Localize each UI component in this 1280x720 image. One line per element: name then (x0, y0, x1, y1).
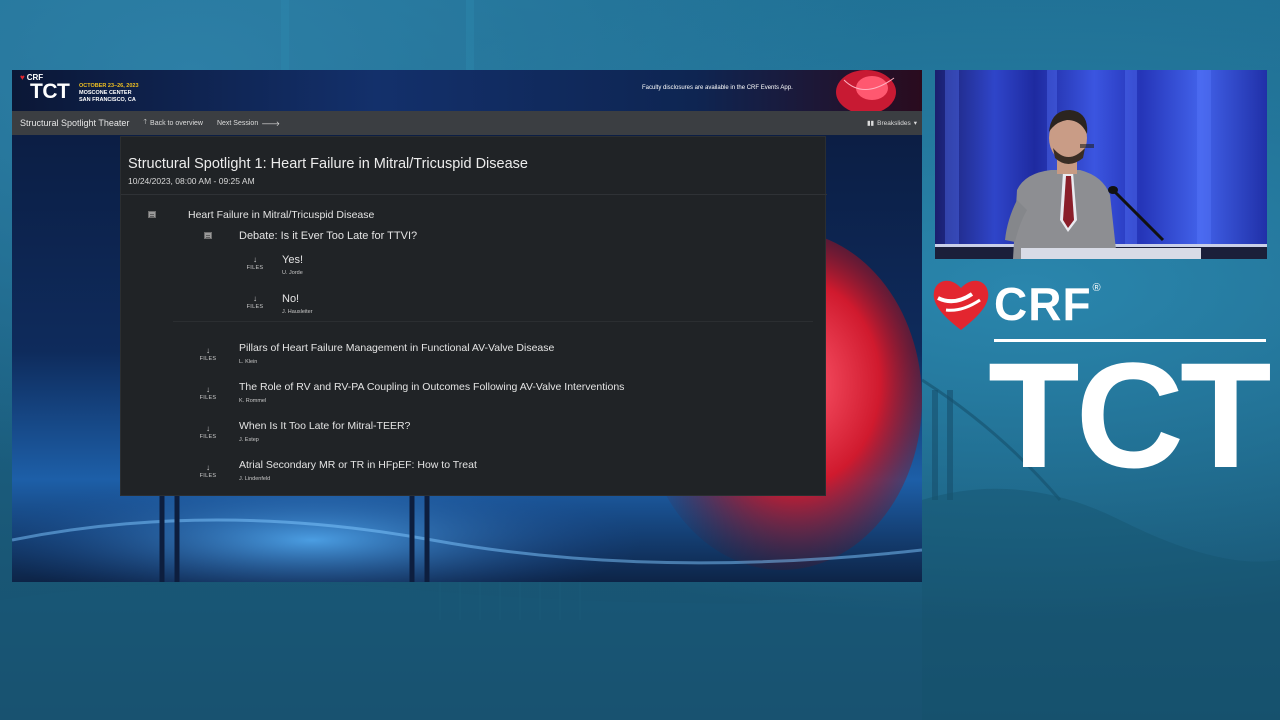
files-label: FILES (246, 304, 264, 310)
talk-author: K. Rommel (239, 398, 267, 404)
download-arrow-icon: ↓ (253, 294, 257, 303)
columns-icon: ▮▮ (866, 120, 875, 127)
session-panel: Structural Spotlight 1: Heart Failure in… (120, 136, 827, 496)
group-toggle-icon[interactable] (148, 211, 156, 218)
event-banner: ♥ CRF TCT OCTOBER 23–26, 2023 MOSCONE CEN… (12, 70, 922, 111)
next-session-label: Next Session (216, 119, 259, 127)
talk-author: U. Jorde (282, 270, 303, 276)
registered-mark: ® (1092, 282, 1101, 294)
banner-logo: ♥ CRF TCT (20, 73, 70, 103)
crf-logo: CRF ® (932, 276, 1101, 332)
arrow-up-icon: 🡑 (143, 118, 148, 126)
download-arrow-icon: ↓ (206, 424, 210, 433)
talk-title[interactable]: Atrial Secondary MR or TR in HFpEF: How … (239, 459, 477, 471)
back-to-overview-label: Back to overview (150, 119, 203, 127)
speaker-illustration (935, 70, 1267, 259)
speaker-video-feed (935, 70, 1267, 259)
caret-down-icon: ▾ (913, 120, 917, 127)
talk-author: J. Estep (239, 437, 259, 443)
next-session-link[interactable]: Next Session 🡒 (217, 119, 280, 128)
talk-title[interactable]: When Is It Too Late for Mitral-TEER? (239, 420, 410, 432)
files-download-button[interactable]: ↓ FILES (243, 294, 267, 311)
files-download-button[interactable]: ↓ FILES (196, 463, 220, 480)
divider (121, 194, 827, 195)
event-venue: MOSCONE CENTER (79, 90, 132, 96)
arrow-right-icon: 🡒 (261, 120, 280, 128)
heart-icon (933, 280, 989, 330)
session-viewer-window: ♥ CRF TCT OCTOBER 23–26, 2023 MOSCONE CEN… (12, 70, 922, 582)
files-label: FILES (199, 434, 217, 440)
divider (173, 321, 813, 322)
talk-title[interactable]: Yes! (282, 254, 303, 266)
breakslides-dropdown[interactable]: ▮▮ Breakslides ▾ (866, 119, 917, 128)
back-to-overview-link[interactable]: 🡑 Back to overview (143, 118, 203, 129)
heart-icon: ♥ (20, 73, 25, 82)
download-arrow-icon: ↓ (206, 463, 210, 472)
files-download-button[interactable]: ↓ FILES (243, 255, 267, 272)
debate-title: Debate: Is it Ever Too Late for TTVI? (239, 230, 418, 242)
heart-illustration (836, 70, 896, 111)
session-title: Structural Spotlight 1: Heart Failure in… (128, 156, 528, 172)
banner-tct-text: TCT (30, 80, 70, 103)
files-download-button[interactable]: ↓ FILES (196, 346, 220, 363)
download-arrow-icon: ↓ (206, 385, 210, 394)
talk-title[interactable]: The Role of RV and RV-PA Coupling in Out… (239, 381, 624, 393)
files-label: FILES (199, 356, 217, 362)
tct-logo-text: TCT (988, 331, 1272, 499)
talk-title[interactable]: No! (282, 293, 299, 305)
files-download-button[interactable]: ↓ FILES (196, 424, 220, 441)
debate-toggle-icon[interactable] (204, 232, 212, 239)
files-download-button[interactable]: ↓ FILES (196, 385, 220, 402)
talk-author: J. Hausleiter (282, 309, 313, 315)
crf-logo-text: CRF (994, 278, 1092, 330)
files-label: FILES (246, 265, 264, 271)
download-arrow-icon: ↓ (206, 346, 210, 355)
session-datetime: 10/24/2023, 08:00 AM - 09:25 AM (128, 176, 255, 186)
talk-title[interactable]: Pillars of Heart Failure Management in F… (239, 342, 554, 354)
banner-event-info: OCTOBER 23–26, 2023 MOSCONE CENTER SAN F… (79, 83, 139, 104)
talk-author: L. Klein (239, 359, 258, 365)
talk-author: J. Lindenfeld (239, 476, 271, 482)
event-city: SAN FRANCISCO, CA (79, 97, 136, 103)
theater-name[interactable]: Structural Spotlight Theater (20, 118, 129, 128)
files-label: FILES (199, 395, 217, 401)
session-navbar: Structural Spotlight Theater 🡑 Back to o… (12, 111, 922, 135)
files-label: FILES (199, 473, 217, 479)
download-arrow-icon: ↓ (253, 255, 257, 264)
breakslides-label: Breakslides (877, 119, 911, 127)
group-title: Heart Failure in Mitral/Tricuspid Diseas… (188, 209, 375, 221)
disclosure-note: Faculty disclosures are available in the… (642, 85, 793, 91)
event-dates: OCTOBER 23–26, 2023 (79, 83, 139, 89)
